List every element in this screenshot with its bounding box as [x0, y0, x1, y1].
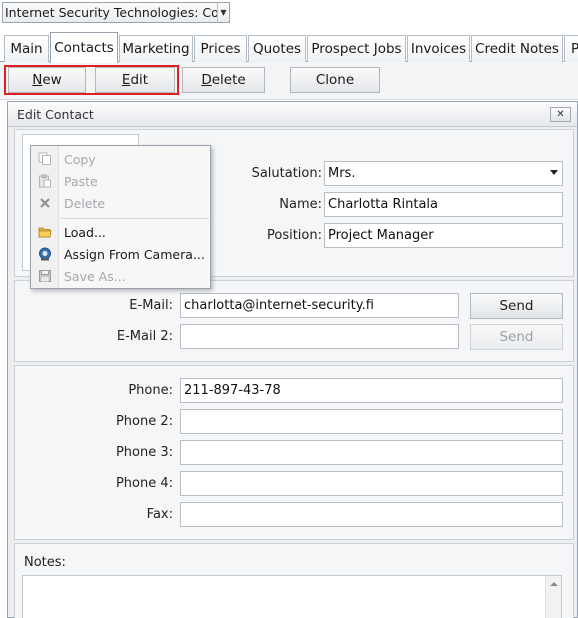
notes-textarea[interactable] — [22, 575, 562, 618]
menu-item-label: Delete — [64, 195, 106, 211]
salutation-label: Salutation: — [251, 166, 322, 181]
tab-strip: Main Contacts Marketing Prices Quotes Pr… — [0, 32, 578, 63]
menu-item-label: Paste — [64, 173, 98, 189]
chevron-down-icon — [550, 170, 558, 175]
delete-button-label: elete — [211, 72, 246, 88]
delete-button-mnemonic: D — [201, 72, 212, 88]
menu-item-label: Load... — [64, 224, 106, 240]
email2-field[interactable] — [180, 324, 459, 349]
phone-field[interactable]: 211-897-43-78 — [180, 378, 563, 403]
phone2-field[interactable] — [180, 409, 563, 434]
tab-prices[interactable]: Prices — [194, 35, 247, 62]
new-button-mnemonic: N — [32, 72, 43, 88]
phone4-field[interactable] — [180, 471, 563, 496]
fax-label: Fax: — [146, 507, 173, 522]
notes-label: Notes: — [24, 555, 66, 570]
paste-icon — [39, 174, 51, 188]
menu-separator — [61, 218, 209, 219]
menu-item-copy[interactable]: Copy — [31, 148, 210, 170]
phone-panel: Phone: 211-897-43-78 Phone 2: Phone 3: P… — [14, 365, 574, 540]
scroll-up-icon[interactable] — [550, 582, 558, 586]
new-button[interactable]: New — [8, 67, 86, 93]
toolbar: New Edit Delete Clone — [0, 62, 578, 100]
name-field[interactable]: Charlotta Rintala — [324, 192, 563, 217]
name-label: Name: — [279, 197, 322, 212]
tab-main[interactable]: Main — [4, 35, 49, 62]
menu-item-label: Copy — [64, 151, 96, 167]
position-field[interactable]: Project Manager — [324, 223, 563, 248]
menu-item-paste[interactable]: Paste — [31, 170, 210, 192]
tab-contacts[interactable]: Contacts — [50, 32, 118, 63]
tab-invoices[interactable]: Invoices — [407, 35, 470, 62]
email-panel: E-Mail: charlotta@internet-security.fi S… — [14, 280, 574, 362]
close-icon[interactable]: ✕ — [550, 107, 571, 122]
dialog-titlebar: Edit Contact ✕ — [8, 102, 577, 127]
phone3-label: Phone 3: — [115, 445, 173, 460]
tab-quotes[interactable]: Quotes — [248, 35, 306, 62]
context-menu: Copy Paste Delete Load... Assign From Ca… — [30, 145, 211, 289]
delete-icon — [40, 198, 50, 208]
phone4-label: Phone 4: — [115, 476, 173, 491]
edit-button-mnemonic: E — [121, 72, 131, 88]
menu-item-assign-from-camera[interactable]: Assign From Camera... — [31, 243, 210, 265]
menu-item-save-as[interactable]: Save As... — [31, 265, 210, 287]
tab-marketing[interactable]: Marketing — [119, 35, 193, 62]
phone-label: Phone: — [128, 383, 173, 398]
camera-icon — [39, 247, 51, 261]
salutation-select[interactable]: Mrs. — [324, 161, 563, 186]
edit-button[interactable]: Edit — [95, 67, 175, 93]
edit-button-label: dit — [130, 72, 149, 88]
position-label: Position: — [267, 228, 322, 243]
email-field[interactable]: charlotta@internet-security.fi — [180, 293, 459, 318]
menu-item-label: Assign From Camera... — [64, 246, 205, 262]
new-button-label: ew — [42, 72, 62, 88]
menu-item-load[interactable]: Load... — [31, 221, 210, 243]
tab-overflow[interactable]: P — [564, 35, 578, 62]
email2-label: E-Mail 2: — [116, 329, 173, 344]
clone-button[interactable]: Clone — [290, 67, 380, 93]
phone2-label: Phone 2: — [115, 414, 173, 429]
phone3-field[interactable] — [180, 440, 563, 465]
salutation-value: Mrs. — [328, 166, 356, 181]
copy-icon — [38, 152, 51, 165]
menu-item-delete[interactable]: Delete — [31, 192, 210, 214]
dialog-title: Edit Contact — [17, 107, 94, 122]
chevron-down-icon[interactable]: ▼ — [217, 3, 229, 22]
send-email2-button[interactable]: Send — [470, 324, 563, 350]
delete-button[interactable]: Delete — [182, 67, 265, 93]
notes-scrollbar[interactable] — [545, 576, 561, 618]
save-icon — [39, 270, 51, 282]
menu-item-label: Save As... — [64, 268, 126, 284]
window-title: Internet Security Technologies: Contacts — [5, 5, 217, 20]
tab-prospect-jobs[interactable]: Prospect Jobs — [307, 35, 406, 62]
tab-credit-notes[interactable]: Credit Notes — [471, 35, 563, 62]
email-label: E-Mail: — [129, 298, 173, 313]
send-email-button[interactable]: Send — [470, 293, 563, 319]
folder-icon — [38, 227, 52, 238]
window-title-selector[interactable]: Internet Security Technologies: Contacts… — [2, 2, 230, 23]
fax-field[interactable] — [180, 502, 563, 527]
